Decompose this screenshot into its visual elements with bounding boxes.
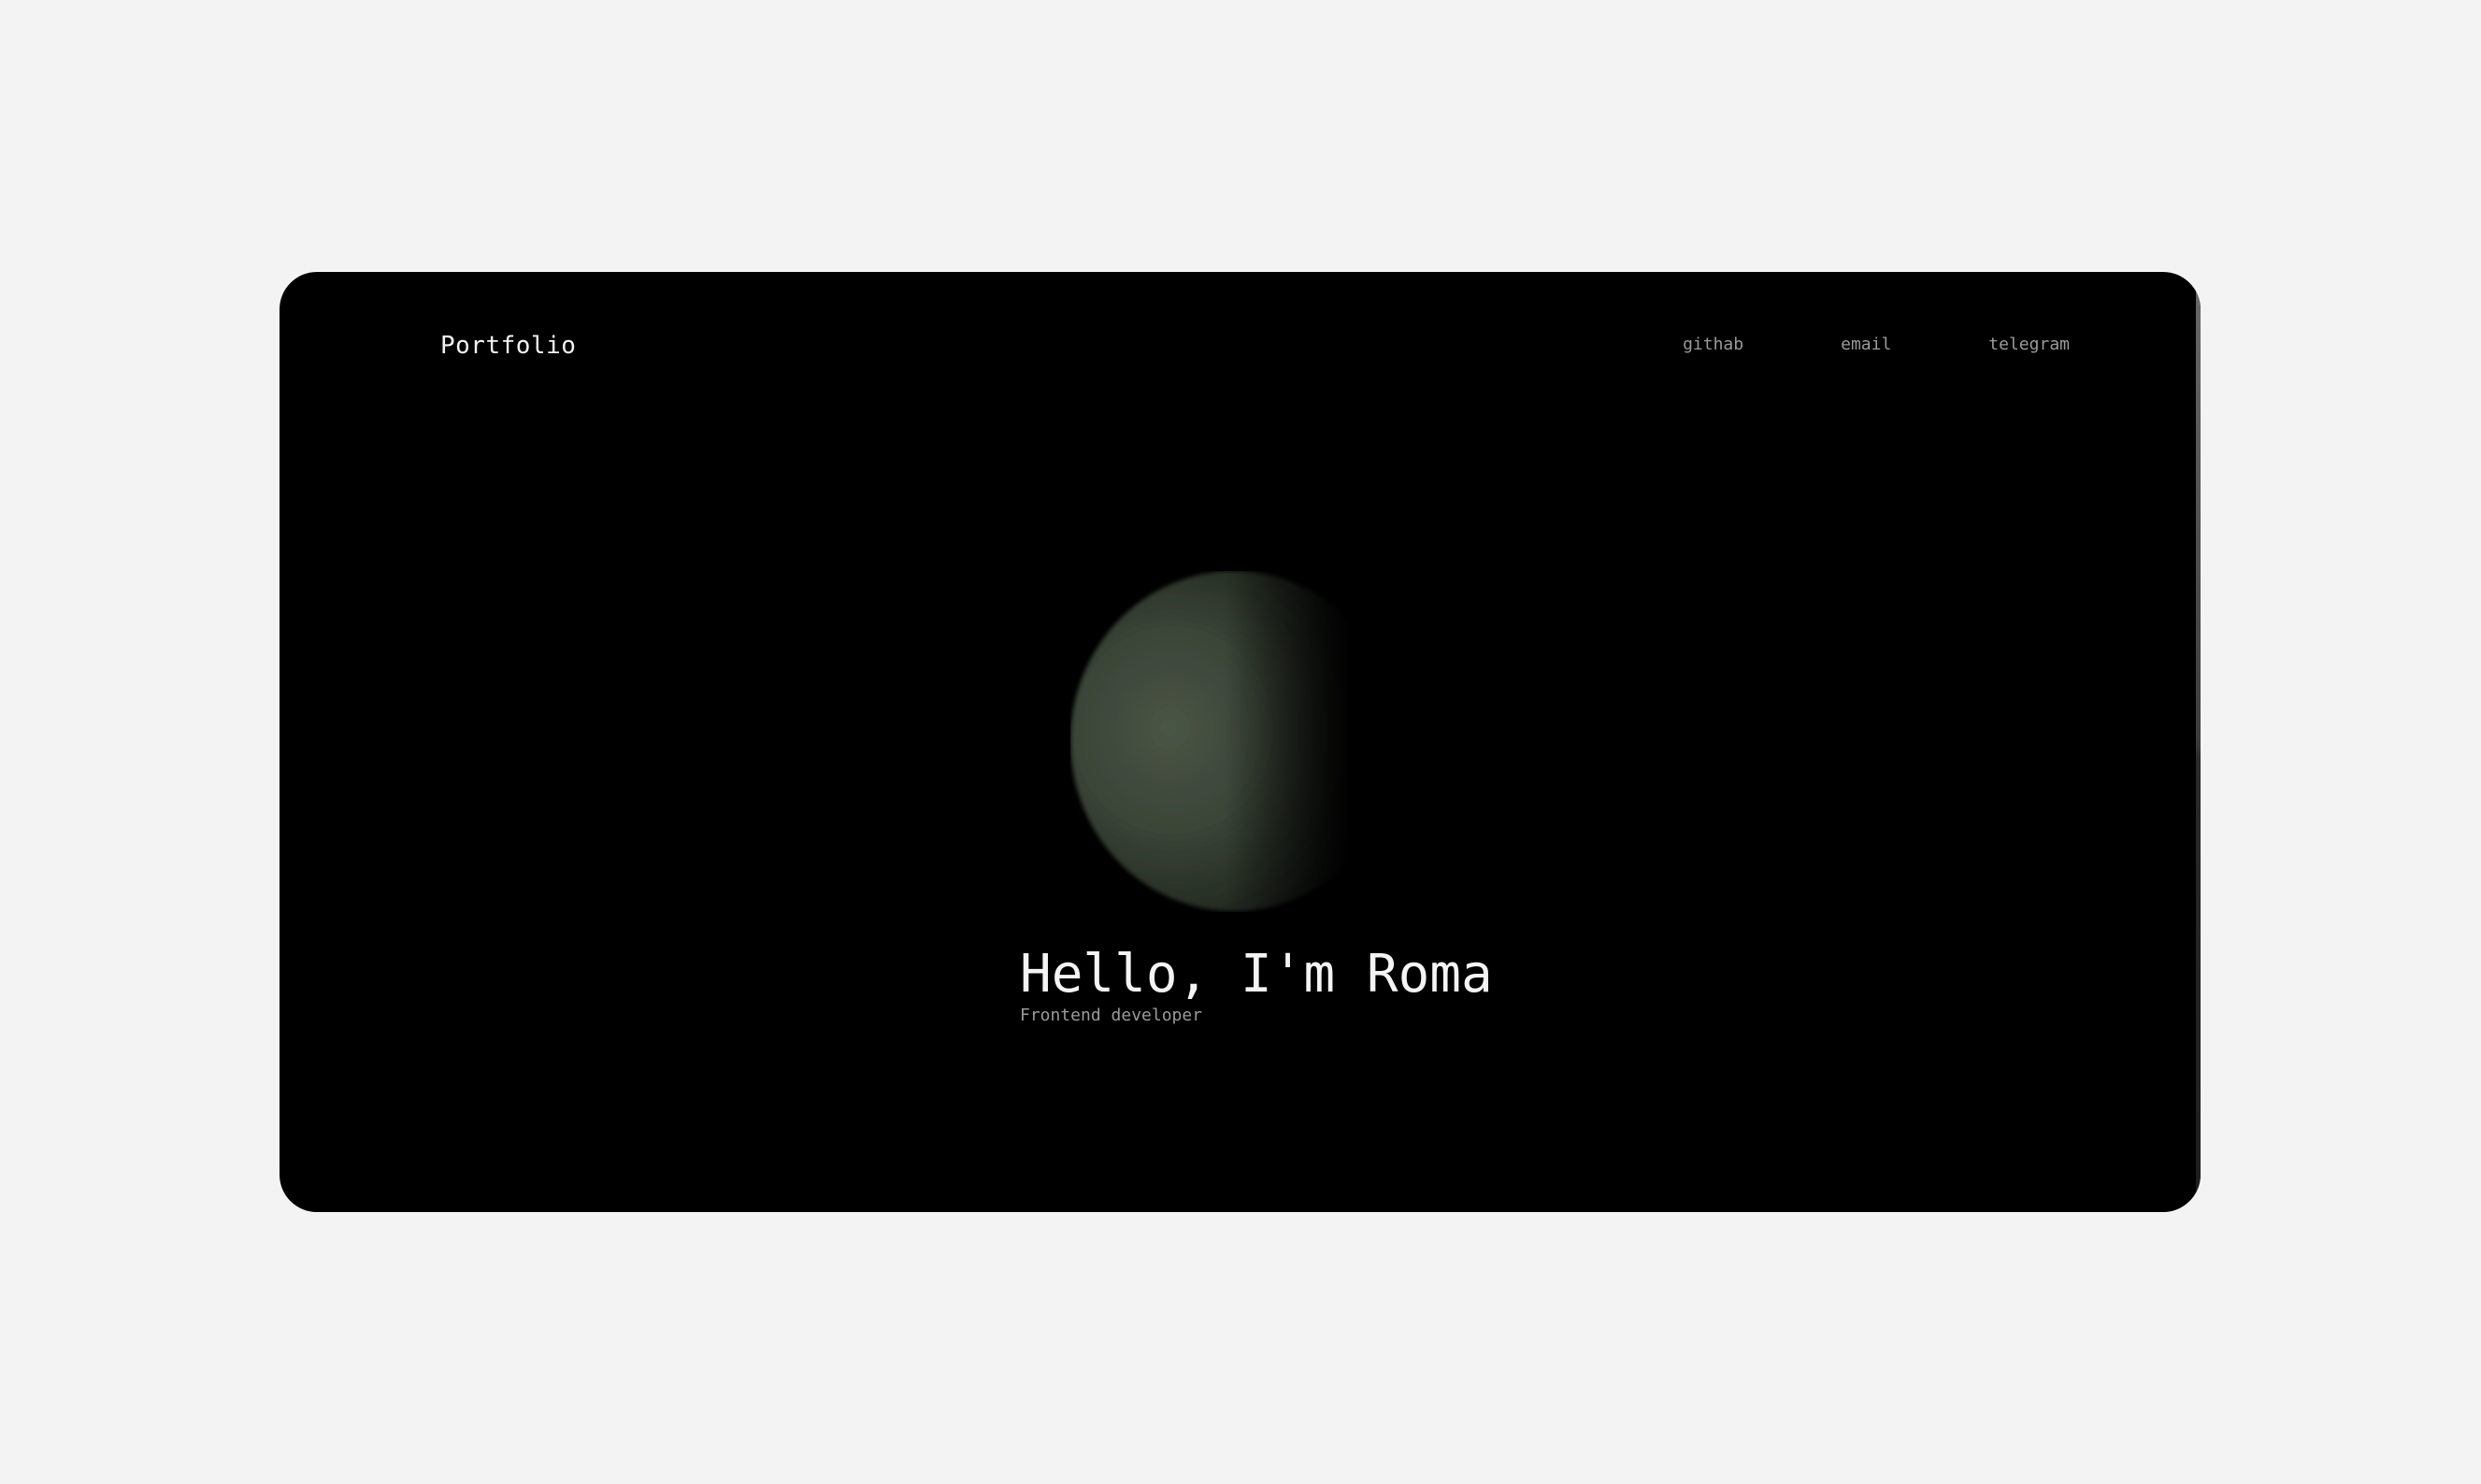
nav-item-telegram: telegram (1988, 335, 2070, 354)
nav-link-email[interactable]: email (1841, 335, 1891, 354)
hero-title: Hello, I'm Roma (1020, 944, 1493, 1005)
nav-item-githab: githab (1683, 335, 1743, 354)
portfolio-window: Portfolio githab email telegram Hello, I… (280, 272, 2201, 1212)
hero-section: Hello, I'm Roma Frontend developer (1020, 943, 1493, 1024)
brand-logo[interactable]: Portfolio (440, 332, 576, 360)
nav-item-email: email (1841, 335, 1891, 354)
nav-link-githab[interactable]: githab (1683, 335, 1743, 354)
window-scrollbar[interactable] (2196, 272, 2201, 1212)
sphere-3d-object (1070, 571, 1351, 912)
nav-link-telegram[interactable]: telegram (1988, 335, 2070, 354)
top-nav: githab email telegram (1683, 335, 2070, 354)
hero-subtitle: Frontend developer (1020, 1006, 1203, 1026)
